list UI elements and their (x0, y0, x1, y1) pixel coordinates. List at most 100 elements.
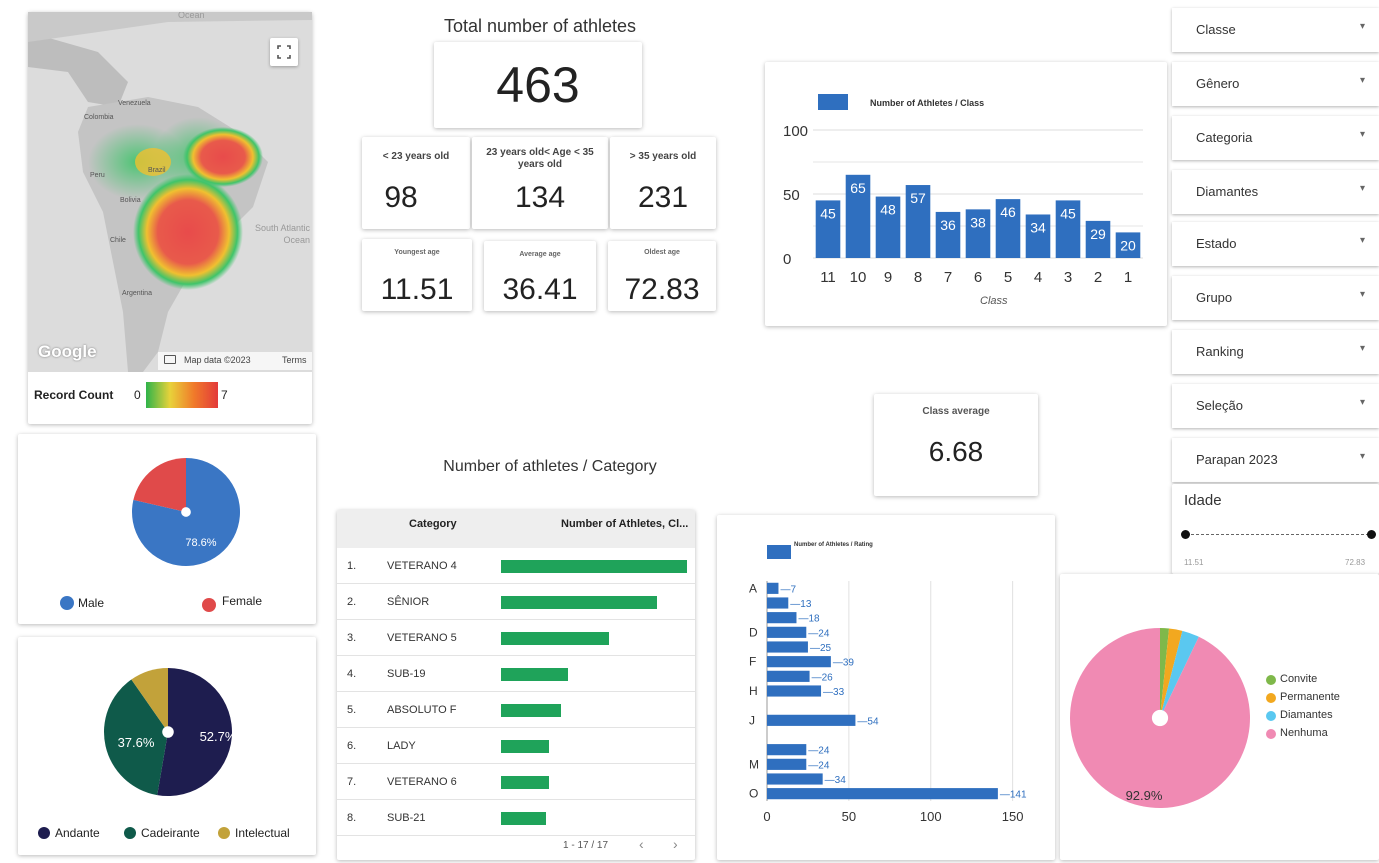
rating-bar[interactable] (767, 597, 789, 609)
row-count-bar (501, 632, 609, 645)
pie-percent-label: 37.6% (118, 735, 155, 750)
rating-bar[interactable] (767, 641, 808, 653)
y-tick-label: O (749, 787, 758, 801)
table-row[interactable]: 7. VETERANO 6 (337, 764, 695, 800)
y-tick-label: H (749, 684, 758, 698)
bar-value-label: 65 (850, 180, 866, 196)
bar-value-label: 29 (1090, 226, 1106, 242)
gender-legend: Male Female (58, 594, 298, 614)
table-row[interactable]: 8. SUB-21 (337, 800, 695, 836)
x-tick-label: 9 (884, 269, 892, 286)
idade-min-value: 11.51 (1184, 558, 1204, 567)
bar-value-label: —24 (808, 628, 830, 639)
col-header-count[interactable]: Number of Athletes, Cl... (561, 518, 688, 530)
map-label-ocean: South Atlantic Ocean (254, 223, 310, 245)
cadeirante-legend-icon (124, 827, 136, 839)
category-table-card: Category Number of Athletes, Cl... 1. VET… (337, 510, 695, 860)
filter-estado[interactable]: Estado ▾ (1172, 222, 1379, 266)
chevron-right-icon[interactable]: › (673, 836, 678, 852)
idade-slider-min-handle[interactable] (1181, 530, 1190, 539)
age-group-value: 98 (384, 181, 418, 214)
rating-bar[interactable] (767, 612, 797, 624)
class-x-label: Class (980, 295, 1008, 307)
col-header-category[interactable]: Category (409, 518, 457, 530)
x-tick-label: 10 (850, 269, 867, 286)
row-count-bar (501, 560, 687, 573)
fullscreen-icon[interactable] (270, 38, 298, 66)
rating-bar[interactable] (767, 656, 831, 668)
table-row[interactable]: 3. VETERANO 5 (337, 620, 695, 656)
keyboard-icon[interactable] (164, 355, 176, 364)
rating-bar[interactable] (767, 758, 807, 770)
x-tick-label: 150 (1002, 809, 1024, 824)
bar-value-label: 57 (910, 190, 926, 206)
type-pie-svg: 52.7% 37.6% (103, 668, 237, 796)
age-group-card-1: < 23 years old 98 (362, 137, 470, 229)
idade-slider-max-handle[interactable] (1367, 530, 1376, 539)
table-pagination: 1 - 17 / 17 (563, 840, 609, 851)
row-number: 4. (347, 668, 357, 680)
filter-parapan-2023[interactable]: Parapan 2023 ▾ (1172, 438, 1379, 482)
rating-bar[interactable] (767, 626, 807, 638)
table-row[interactable]: 5. ABSOLUTO F (337, 692, 695, 728)
rating-bar[interactable] (767, 685, 822, 697)
rating-chart-card: 0 50 100 150 A D F H J M O —7 —13 —18 —24 —25 —39 —26 —33 —… (717, 515, 1055, 860)
rating-bar[interactable] (767, 788, 998, 800)
map-label-venezuela: Venezuela (118, 100, 151, 107)
map-label-bolivia: Bolivia (120, 197, 141, 204)
y-tick-label: 100 (783, 123, 808, 140)
y-tick-label: M (749, 757, 759, 771)
table-row[interactable]: 6. LADY (337, 728, 695, 764)
heatmap[interactable]: Venezuela Colombia Peru Bolivia Brazil C… (28, 12, 312, 372)
row-category-name: ABSOLUTO F (387, 704, 457, 716)
gender-pie-svg: 78.6% (132, 458, 241, 566)
rating-bar[interactable] (767, 714, 856, 726)
convite-legend-icon (1266, 675, 1276, 685)
filter-label: Classe (1196, 22, 1236, 37)
bar-value-label: —54 (857, 716, 879, 727)
filter-genero[interactable]: Gênero ▾ (1172, 62, 1379, 106)
chevron-down-icon: ▾ (1359, 235, 1365, 246)
rating-bar[interactable] (767, 773, 823, 785)
row-number: 1. (347, 560, 357, 572)
chevron-down-icon: ▾ (1359, 343, 1365, 354)
diamantes-legend-icon (1266, 711, 1276, 721)
class-average-card: Class average 6.68 (874, 394, 1038, 496)
chevron-left-icon[interactable]: ‹ (639, 836, 644, 852)
x-tick-label: 4 (1034, 269, 1042, 286)
permanente-legend-label: Permanente (1280, 691, 1340, 703)
table-row[interactable]: 4. SUB-19 (337, 656, 695, 692)
pie-percent-label: 78.6% (185, 537, 216, 549)
idade-slider-track[interactable] (1186, 534, 1374, 535)
chevron-down-icon: ▾ (1359, 397, 1365, 408)
filter-categoria[interactable]: Categoria ▾ (1172, 116, 1379, 160)
filter-selecao[interactable]: Seleção ▾ (1172, 384, 1379, 428)
class-chart-title: Number of Athletes / Class (870, 98, 985, 108)
y-tick-label: D (749, 625, 758, 639)
nenhuma-legend-label: Nenhuma (1280, 727, 1328, 739)
filter-ranking[interactable]: Ranking ▾ (1172, 330, 1379, 374)
rating-chart-title: Number of Athletes / Rating (794, 542, 873, 548)
idade-label: Idade (1184, 492, 1222, 509)
table-row[interactable]: 1. VETERANO 4 (337, 548, 695, 584)
row-number: 5. (347, 704, 357, 716)
male-legend-label: Male (78, 596, 105, 610)
total-card: 463 (434, 42, 642, 128)
diamantes-legend-item: Diamantes (1266, 708, 1376, 726)
filter-classe[interactable]: Classe ▾ (1172, 8, 1379, 52)
rating-bar[interactable] (767, 670, 810, 682)
rating-bar[interactable] (767, 744, 807, 756)
membership-pie-card: 92.9% Convite Permanente Diamantes Nenhu… (1060, 574, 1379, 860)
rating-bar[interactable] (767, 582, 779, 594)
table-row[interactable]: 2. SÊNIOR (337, 584, 695, 620)
bar-value-label: 38 (970, 214, 986, 230)
row-number: 3. (347, 632, 357, 644)
class-average-value: 6.68 (928, 436, 984, 467)
filter-diamantes[interactable]: Diamantes ▾ (1172, 170, 1379, 214)
google-logo: Google (38, 342, 97, 361)
y-tick-label: 50 (783, 187, 800, 204)
age-group-label: 23 years old< Age < 35 years old (486, 147, 594, 170)
map-terms-link[interactable]: Terms (282, 355, 307, 365)
filter-grupo[interactable]: Grupo ▾ (1172, 276, 1379, 320)
andante-legend-icon (38, 827, 50, 839)
